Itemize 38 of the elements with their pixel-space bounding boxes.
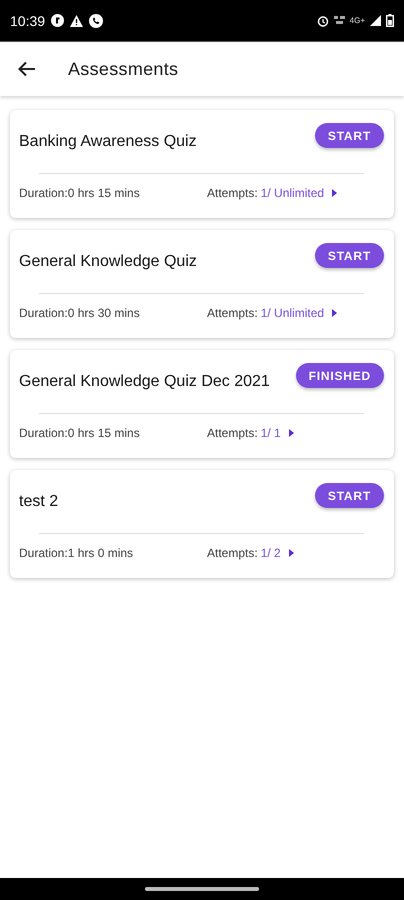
quiz-duration: Duration:0 hrs 15 mins [19,186,141,200]
assessment-card[interactable]: General Knowledge Quiz START Duration:0 hrs 30 mins Attempts: 1/ Unlimited [10,230,394,338]
back-arrow-icon[interactable] [18,61,36,77]
assessment-card[interactable]: test 2 START Duration:1 hrs 0 mins Attempts: 1/ 2 [10,470,394,578]
warning-icon [70,14,84,26]
alarm-icon [316,14,329,26]
attempts-label: Attempts: [207,186,258,200]
attempts-value[interactable]: 1/ Unlimited [260,186,324,200]
phone-icon [89,14,104,28]
attempts-value[interactable]: 1/ Unlimited [260,306,324,320]
screen-title: Assessments [68,58,178,80]
quiz-duration: Duration:0 hrs 15 mins [19,426,141,440]
network-type: 4G+ [350,16,365,25]
quiz-duration: Duration:1 hrs 0 mins [19,546,134,560]
status-time: 10:39 [10,12,46,28]
quiz-title: General Knowledge Quiz Dec 2021 [19,373,270,391]
assessment-card[interactable]: Banking Awareness Quiz START Duration:0 hrs 15 mins Attempts: 1/ Unlimited [10,110,394,218]
quiz-title: Banking Awareness Quiz [19,133,197,151]
attempts-label: Attempts: [207,426,258,440]
quiz-title: test 2 [19,493,58,511]
signal-icon [370,15,381,26]
quiz-duration: Duration:0 hrs 30 mins [19,306,141,320]
battery-icon [386,14,394,27]
attempts-value[interactable]: 1/ 2 [260,546,281,560]
attempts-value[interactable]: 1/ 1 [260,426,281,440]
quiz-action-button[interactable]: START [314,483,384,508]
quiz-action-button[interactable]: START [314,123,384,148]
caret-icon[interactable] [288,429,294,437]
attempts-label: Attempts: [207,306,258,320]
quiz-action-button[interactable]: START [314,243,384,268]
quiz-title: General Knowledge Quiz [19,253,197,271]
caret-icon[interactable] [332,309,338,317]
quiz-action-button[interactable]: FINISHED [296,363,384,388]
attempts-label: Attempts: [207,546,258,560]
home-handle[interactable] [145,887,259,891]
assessment-card[interactable]: General Knowledge Quiz Dec 2021 FINISHED Duration:0 hrs 15 mins Attempts: 1/ 1 [10,350,394,458]
caret-icon[interactable] [332,189,338,197]
caret-icon[interactable] [288,549,294,557]
